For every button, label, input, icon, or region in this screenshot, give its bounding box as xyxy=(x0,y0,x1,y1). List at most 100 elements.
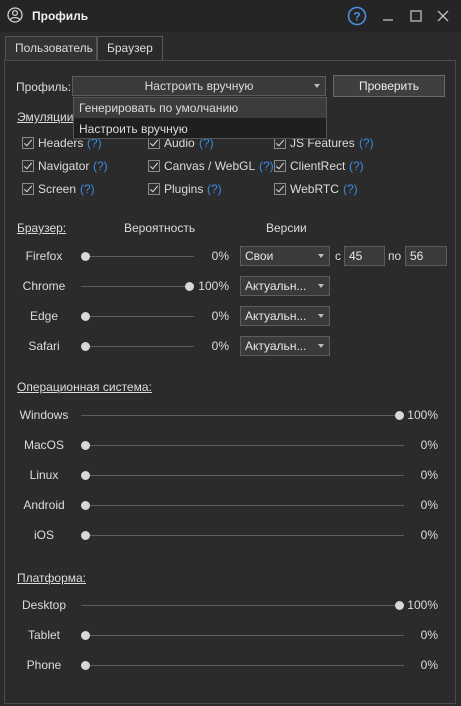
os-windows-label: Windows xyxy=(19,408,69,422)
emulation-canvas-webgl-checkbox[interactable] xyxy=(148,160,160,172)
version-from-label: с xyxy=(335,249,341,263)
browser-firefox-slider-track[interactable] xyxy=(81,256,194,257)
probability-header: Вероятность xyxy=(124,221,196,235)
emulation-plugins-help[interactable]: (?) xyxy=(207,182,222,196)
os-android-slider-track[interactable] xyxy=(81,505,404,506)
browser-edge-version-select[interactable]: Актуальн... xyxy=(240,306,330,326)
platform-desktop-label: Desktop xyxy=(21,598,67,612)
browser-safari-percent: 0% xyxy=(211,339,229,353)
emulation-clientrect-label: ClientRect xyxy=(290,159,346,173)
chevron-down-icon xyxy=(318,314,324,318)
platform-desktop-slider-track[interactable] xyxy=(81,605,404,606)
browser-chrome-percent: 100% xyxy=(198,279,229,293)
browser-chrome-version-value: Актуальн... xyxy=(245,279,307,293)
platform-desktop-percent: 100% xyxy=(407,598,438,612)
platform-phone-slider-track[interactable] xyxy=(81,665,404,666)
os-macos-slider-knob[interactable] xyxy=(81,441,90,450)
browser-firefox-percent: 0% xyxy=(211,249,229,263)
emulation-webrtc-help[interactable]: (?) xyxy=(343,182,358,196)
browser-safari-slider-knob[interactable] xyxy=(81,342,90,351)
emulation-headers-checkbox[interactable] xyxy=(22,137,34,149)
version-from-input[interactable]: 45 xyxy=(344,246,385,266)
os-ios-slider-knob[interactable] xyxy=(81,531,90,540)
profile-select-value: Настроить вручную xyxy=(144,79,254,93)
emulation-clientrect-checkbox[interactable] xyxy=(274,160,286,172)
platform-tablet-slider-track[interactable] xyxy=(81,635,404,636)
chevron-down-icon xyxy=(318,344,324,348)
version-to-input[interactable]: 56 xyxy=(405,246,447,266)
browser-firefox-label: Firefox xyxy=(25,249,63,263)
os-linux-slider-track[interactable] xyxy=(81,475,404,476)
emulation-canvas-webgl-help[interactable]: (?) xyxy=(259,159,274,173)
os-macos-slider-track[interactable] xyxy=(81,445,404,446)
os-macos-label: MacOS xyxy=(23,438,64,452)
browser-edge-label: Edge xyxy=(29,309,59,323)
browser-safari-version-value: Актуальн... xyxy=(245,339,307,353)
versions-header: Версии xyxy=(266,221,307,235)
browser-edge-slider-knob[interactable] xyxy=(81,312,90,321)
os-windows-percent: 100% xyxy=(407,408,438,422)
minimize-icon[interactable] xyxy=(378,6,398,26)
dropdown-option-default[interactable]: Генерировать по умолчанию xyxy=(74,98,326,118)
platform-phone-slider-knob[interactable] xyxy=(81,661,90,670)
emulation-canvas-webgl-label: Canvas / WebGL xyxy=(164,159,256,173)
emulation-screen-label: Screen xyxy=(38,182,77,196)
os-macos-percent: 0% xyxy=(420,438,438,452)
os-linux-slider-knob[interactable] xyxy=(81,471,90,480)
emulation-screen-checkbox[interactable] xyxy=(22,183,34,195)
browser-firefox-slider-knob[interactable] xyxy=(81,252,90,261)
browser-firefox-version-value: Свои xyxy=(245,249,274,263)
browser-safari-label: Safari xyxy=(28,339,60,353)
browser-heading: Браузер: xyxy=(17,221,67,235)
emulation-screen-help[interactable]: (?) xyxy=(80,182,95,196)
user-profile-icon xyxy=(7,7,23,23)
tab-user[interactable]: Пользователь xyxy=(5,36,97,60)
os-windows-slider-track[interactable] xyxy=(81,415,404,416)
browser-edge-slider-track[interactable] xyxy=(81,316,194,317)
os-ios-percent: 0% xyxy=(420,528,438,542)
os-heading: Операционная система: xyxy=(17,380,152,394)
version-to-label: по xyxy=(388,249,402,263)
os-ios-slider-track[interactable] xyxy=(81,535,404,536)
platform-tablet-label: Tablet xyxy=(27,628,61,642)
emulation-plugins-label: Plugins xyxy=(164,182,204,196)
browser-chrome-label: Chrome xyxy=(22,279,66,293)
emulation-heading: Эмуляции: xyxy=(17,110,77,124)
os-android-label: Android xyxy=(23,498,65,512)
emulation-js-features-help[interactable]: (?) xyxy=(359,136,374,150)
dropdown-option-manual[interactable]: Настроить вручную xyxy=(74,119,326,139)
chevron-down-icon xyxy=(318,284,324,288)
emulation-clientrect-help[interactable]: (?) xyxy=(349,159,364,173)
platform-tablet-slider-knob[interactable] xyxy=(81,631,90,640)
platform-tablet-percent: 0% xyxy=(420,628,438,642)
emulation-webrtc-label: WebRTC xyxy=(290,182,339,196)
browser-safari-slider-track[interactable] xyxy=(81,346,194,347)
close-icon[interactable] xyxy=(433,6,453,26)
platform-heading: Платформа: xyxy=(17,571,87,585)
platform-phone-percent: 0% xyxy=(420,658,438,672)
maximize-icon[interactable] xyxy=(406,6,426,26)
chevron-down-icon xyxy=(314,84,320,88)
emulation-navigator-label: Navigator xyxy=(38,159,90,173)
emulation-navigator-help[interactable]: (?) xyxy=(93,159,108,173)
emulation-webrtc-checkbox[interactable] xyxy=(274,183,286,195)
os-linux-label: Linux xyxy=(29,468,59,482)
emulation-plugins-checkbox[interactable] xyxy=(148,183,160,195)
browser-safari-version-select[interactable]: Актуальн... xyxy=(240,336,330,356)
browser-firefox-version-select[interactable]: Свои xyxy=(240,246,330,266)
tab-browser[interactable]: Браузер xyxy=(97,36,163,60)
check-button[interactable]: Проверить xyxy=(333,75,445,97)
browser-chrome-slider-track[interactable] xyxy=(81,286,194,287)
os-android-slider-knob[interactable] xyxy=(81,501,90,510)
browser-chrome-version-select[interactable]: Актуальн... xyxy=(240,276,330,296)
os-ios-label: iOS xyxy=(33,528,54,542)
window-title: Профиль xyxy=(32,9,89,23)
help-icon[interactable]: ? xyxy=(347,6,367,26)
profile-select[interactable]: Настроить вручную xyxy=(72,76,326,96)
browser-edge-version-value: Актуальн... xyxy=(245,309,307,323)
os-linux-percent: 0% xyxy=(420,468,438,482)
browser-edge-percent: 0% xyxy=(211,309,229,323)
platform-phone-label: Phone xyxy=(26,658,62,672)
emulation-navigator-checkbox[interactable] xyxy=(22,160,34,172)
svg-text:?: ? xyxy=(353,10,360,24)
